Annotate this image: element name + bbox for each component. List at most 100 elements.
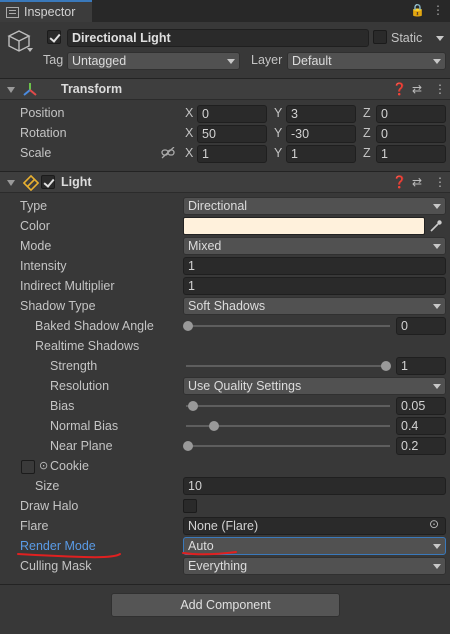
component-menu-icon[interactable]: ⋮ — [434, 175, 446, 189]
rotation-y-field[interactable]: -30 — [286, 125, 356, 143]
tab-inspector-label: Inspector — [24, 5, 76, 19]
near-plane-label: Near Plane — [50, 439, 113, 453]
near-plane-field[interactable]: 0.2 — [396, 437, 446, 455]
mode-dropdown[interactable]: Mixed — [183, 237, 446, 255]
tag-label: Tag — [43, 53, 64, 67]
near-plane-slider[interactable] — [186, 445, 390, 447]
rotation-z-label[interactable]: Z — [363, 126, 371, 140]
scale-x-label[interactable]: X — [185, 146, 193, 160]
rotation-z-field[interactable]: 0 — [376, 125, 446, 143]
type-dropdown[interactable]: Directional — [183, 197, 446, 215]
indirect-multiplier-label: Indirect Multiplier — [20, 279, 115, 293]
menu-icon[interactable]: ⋮ — [432, 3, 444, 17]
help-icon[interactable]: ❓ — [392, 175, 407, 189]
position-z-field[interactable]: 0 — [376, 105, 446, 123]
icon-dropdown-arrow[interactable] — [27, 48, 33, 52]
mode-value: Mixed — [188, 239, 222, 253]
cookie-checkbox[interactable] — [21, 460, 35, 474]
draw-halo-checkbox[interactable] — [183, 499, 197, 513]
scale-y-label[interactable]: Y — [274, 146, 282, 160]
shadow-type-label: Shadow Type — [20, 299, 96, 313]
rotation-x-label[interactable]: X — [185, 126, 193, 140]
baked-shadow-angle-slider[interactable] — [186, 325, 390, 327]
help-icon[interactable]: ❓ — [392, 82, 407, 96]
constrain-proportions-icon[interactable] — [161, 146, 175, 159]
object-picker-icon[interactable]: ⊙ — [39, 459, 48, 472]
preset-icon[interactable]: ⇄ — [412, 82, 422, 96]
static-checkbox[interactable] — [373, 30, 387, 44]
indirect-multiplier-field[interactable]: 1 — [183, 277, 446, 295]
light-header[interactable]: Light ❓ ⇄ ⋮ — [0, 171, 450, 193]
chevron-down-icon — [433, 304, 441, 309]
object-name-field[interactable]: Directional Light — [67, 29, 369, 47]
rotation-label: Rotation — [20, 126, 67, 140]
static-dropdown-arrow[interactable] — [436, 36, 444, 41]
preset-icon[interactable]: ⇄ — [412, 175, 422, 189]
culling-mask-label: Culling Mask — [20, 559, 92, 573]
draw-halo-label: Draw Halo — [20, 499, 79, 513]
bias-slider-thumb[interactable] — [188, 401, 198, 411]
baked-shadow-angle-label: Baked Shadow Angle — [35, 319, 154, 333]
position-z-label[interactable]: Z — [363, 106, 371, 120]
color-swatch[interactable] — [183, 217, 425, 235]
tab-bar: Inspector 🔒 ⋮ — [0, 0, 450, 22]
active-checkbox[interactable] — [47, 30, 61, 44]
light-foldout-icon[interactable] — [7, 180, 15, 186]
transform-header[interactable]: Transform ❓ ⇄ ⋮ — [0, 78, 450, 100]
scale-z-field[interactable]: 1 — [376, 145, 446, 163]
mode-label: Mode — [20, 239, 52, 253]
transform-foldout-icon[interactable] — [7, 87, 15, 93]
strength-slider-thumb[interactable] — [381, 361, 391, 371]
bias-slider[interactable] — [186, 405, 390, 407]
flare-field[interactable]: None (Flare) — [183, 517, 446, 535]
scale-y-field[interactable]: 1 — [286, 145, 356, 163]
resolution-value: Use Quality Settings — [188, 379, 302, 393]
scale-z-label[interactable]: Z — [363, 146, 371, 160]
cookie-label: Cookie — [50, 459, 89, 473]
baked-shadow-angle-field[interactable]: 0 — [396, 317, 446, 335]
chevron-down-icon — [433, 564, 441, 569]
bias-field[interactable]: 0.05 — [396, 397, 446, 415]
lock-icon[interactable]: 🔒 — [410, 3, 425, 17]
layer-label: Layer — [251, 53, 283, 67]
normal-bias-field[interactable]: 0.4 — [396, 417, 446, 435]
near-plane-slider-thumb[interactable] — [183, 441, 193, 451]
rotation-x-field[interactable]: 50 — [197, 125, 267, 143]
position-y-label[interactable]: Y — [274, 106, 282, 120]
bias-label: Bias — [50, 399, 75, 413]
object-picker-icon[interactable]: ⊙ — [429, 517, 439, 531]
realtime-shadows-label: Realtime Shadows — [35, 339, 140, 353]
shadow-type-dropdown[interactable]: Soft Shadows — [183, 297, 446, 315]
strength-field[interactable]: 1 — [396, 357, 446, 375]
culling-mask-dropdown[interactable]: Everything — [183, 557, 446, 575]
scale-x-field[interactable]: 1 — [197, 145, 267, 163]
light-icon — [22, 174, 40, 192]
add-component-button[interactable]: Add Component — [111, 593, 340, 617]
light-enabled-checkbox[interactable] — [41, 175, 55, 189]
type-value: Directional — [188, 199, 248, 213]
chevron-down-icon — [433, 384, 441, 389]
tag-value: Untagged — [72, 54, 127, 68]
eyedropper-icon[interactable] — [429, 219, 443, 233]
chevron-down-icon — [227, 59, 235, 64]
intensity-field[interactable]: 1 — [183, 257, 446, 275]
layer-dropdown[interactable]: Default — [287, 52, 446, 70]
tab-inspector[interactable]: Inspector — [0, 0, 92, 22]
tag-dropdown[interactable]: Untagged — [67, 52, 240, 70]
transform-icon — [22, 82, 38, 98]
shadow-type-value: Soft Shadows — [188, 299, 266, 313]
position-x-field[interactable]: 0 — [197, 105, 267, 123]
baked-shadow-angle-slider-thumb[interactable] — [183, 321, 193, 331]
rotation-y-label[interactable]: Y — [274, 126, 282, 140]
component-menu-icon[interactable]: ⋮ — [434, 82, 446, 96]
resolution-dropdown[interactable]: Use Quality Settings — [183, 377, 446, 395]
intensity-label: Intensity — [20, 259, 67, 273]
strength-slider[interactable] — [186, 365, 390, 367]
position-x-label[interactable]: X — [185, 106, 193, 120]
light-title: Light — [61, 175, 92, 189]
position-y-field[interactable]: 3 — [286, 105, 356, 123]
color-label: Color — [20, 219, 50, 233]
normal-bias-label: Normal Bias — [50, 419, 119, 433]
size-field[interactable]: 10 — [183, 477, 446, 495]
normal-bias-slider-thumb[interactable] — [209, 421, 219, 431]
